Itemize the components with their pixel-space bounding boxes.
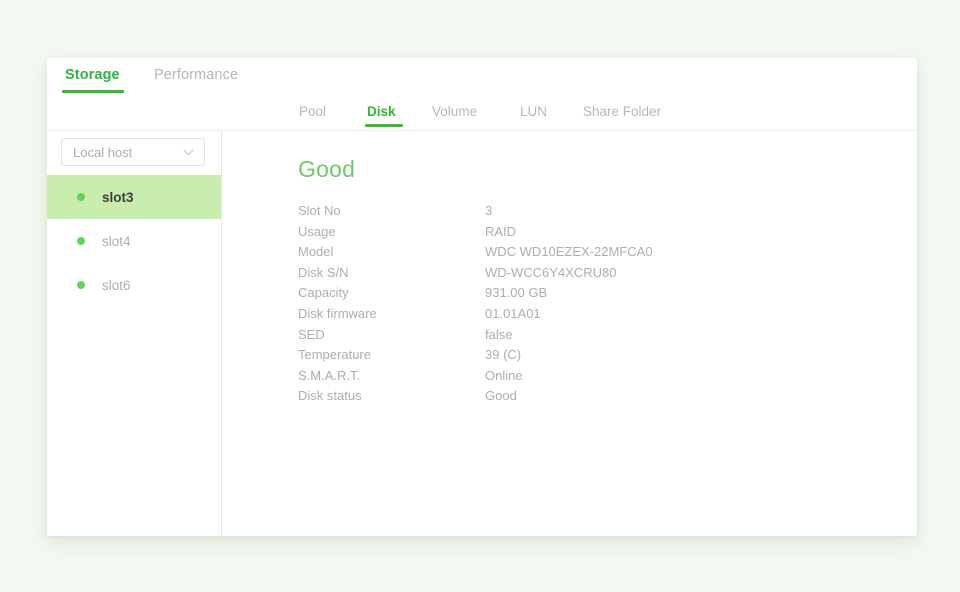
tab-disk-active-indicator xyxy=(365,124,403,127)
tab-storage-active-indicator xyxy=(62,90,124,93)
detail-label: SED xyxy=(298,326,325,342)
sidebar-item-slot6[interactable]: slot6 xyxy=(47,263,221,307)
sidebar-item-slot4[interactable]: slot4 xyxy=(47,219,221,263)
detail-label: Model xyxy=(298,244,334,260)
table-row: Disk S/N WD-WCC6Y4XCRU80 xyxy=(298,265,653,286)
sidebar-item-label: slot3 xyxy=(102,189,134,205)
table-row: S.M.A.R.T. Online xyxy=(298,368,653,389)
detail-value: Good xyxy=(485,388,517,404)
sidebar-item-label: slot6 xyxy=(102,277,131,293)
sidebar-item-label: slot4 xyxy=(102,233,131,249)
tab-share-folder[interactable]: Share Folder xyxy=(583,104,661,119)
status-dot-icon xyxy=(77,281,85,289)
host-select[interactable]: Local host xyxy=(61,138,205,166)
detail-value: RAID xyxy=(485,223,517,239)
detail-value: 931.00 GB xyxy=(485,285,548,301)
detail-value: 39 (C) xyxy=(485,347,522,363)
table-row: Disk status Good xyxy=(298,388,653,409)
tab-storage[interactable]: Storage xyxy=(65,67,120,83)
table-row: SED false xyxy=(298,327,653,348)
host-select-value: Local host xyxy=(73,145,133,160)
detail-value: Online xyxy=(485,367,523,383)
detail-label: Temperature xyxy=(298,347,371,363)
detail-label: Disk status xyxy=(298,388,362,404)
detail-value: 3 xyxy=(485,203,493,218)
detail-label: Slot No xyxy=(298,203,341,218)
slot-list: slot3 slot4 slot6 xyxy=(47,175,221,307)
detail-value: WD-WCC6Y4XCRU80 xyxy=(485,264,617,280)
table-row: Disk firmware 01.01A01 xyxy=(298,306,653,327)
disk-detail-panel: Good Slot No 3 Usage RAID Model WDC WD10… xyxy=(222,131,917,536)
detail-label: Disk firmware xyxy=(298,305,377,321)
detail-value: false xyxy=(485,326,513,342)
detail-label: S.M.A.R.T. xyxy=(298,367,361,383)
primary-tab-bar: Storage Performance xyxy=(47,58,917,104)
disk-status-heading: Good xyxy=(298,156,356,182)
tab-lun[interactable]: LUN xyxy=(520,104,547,119)
sidebar: Local host slot3 slot4 slot6 xyxy=(47,131,222,536)
tab-volume[interactable]: Volume xyxy=(432,104,477,119)
tab-performance[interactable]: Performance xyxy=(154,67,238,83)
chevron-down-icon xyxy=(183,149,194,156)
table-row: Capacity 931.00 GB xyxy=(298,285,653,306)
detail-value: WDC WD10EZEX-22MFCA0 xyxy=(485,244,653,260)
detail-label: Capacity xyxy=(298,285,349,301)
secondary-tab-bar: Pool Disk Volume LUN Share Folder xyxy=(47,104,917,130)
app-page: Storage Performance Pool Disk Volume LUN… xyxy=(0,0,960,592)
detail-label: Disk S/N xyxy=(298,264,349,280)
detail-value: 01.01A01 xyxy=(485,305,541,321)
tab-disk[interactable]: Disk xyxy=(367,104,396,119)
status-dot-icon xyxy=(77,193,85,201)
table-row: Temperature 39 (C) xyxy=(298,347,653,368)
table-row: Model WDC WD10EZEX-22MFCA0 xyxy=(298,244,653,265)
table-row: Slot No 3 xyxy=(298,203,653,224)
status-dot-icon xyxy=(77,237,85,245)
disk-detail-table: Slot No 3 Usage RAID Model WDC WD10EZEX-… xyxy=(298,203,653,409)
sidebar-item-slot3[interactable]: slot3 xyxy=(47,175,221,219)
storage-card: Storage Performance Pool Disk Volume LUN… xyxy=(47,58,917,536)
tab-pool[interactable]: Pool xyxy=(299,104,326,119)
table-row: Usage RAID xyxy=(298,224,653,245)
detail-label: Usage xyxy=(298,223,336,239)
